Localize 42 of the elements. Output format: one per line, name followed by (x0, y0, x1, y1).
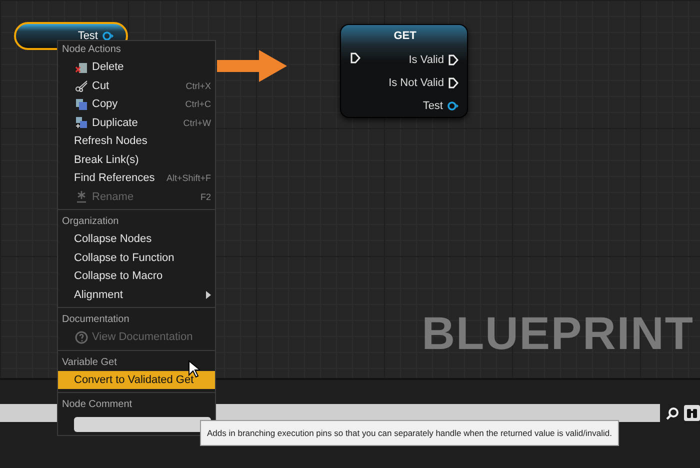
node-title: GET (392, 30, 418, 44)
pin-label: Is Valid (408, 54, 444, 66)
pin-label: Is Not Valid (388, 76, 444, 88)
menu-item[interactable]: Collapse to Function (58, 248, 215, 267)
menu-item[interactable]: Cut Ctrl+X (58, 76, 215, 95)
get-node[interactable]: GET Is Valid Is Not Valid Test (340, 24, 468, 118)
blueprint-watermark: BLUEPRINT (422, 310, 694, 356)
arrow-drawing (217, 50, 287, 82)
shortcut-label: Ctrl+W (183, 118, 211, 128)
scissors-icon (74, 79, 88, 92)
exec-pin-icon[interactable] (350, 52, 361, 64)
exec-pin-icon[interactable] (448, 76, 459, 88)
exec-pin-icon[interactable] (448, 54, 459, 66)
menu-item[interactable]: Convert to Validated Get (58, 370, 215, 389)
shortcut-label: F2 (200, 192, 211, 202)
shortcut-label: Ctrl+X (186, 80, 211, 91)
menu-section-header: Documentation (61, 313, 130, 327)
menu-item[interactable]: Break Link(s) (58, 150, 215, 169)
shortcut-label: Alt+Shift+F (166, 173, 211, 184)
menu-item[interactable]: Collapse Nodes (58, 230, 215, 248)
data-pin-icon[interactable] (102, 31, 114, 41)
duplicate-icon (74, 116, 88, 130)
menu-item[interactable]: Copy Ctrl+C (58, 95, 215, 114)
pin-label: Test (422, 100, 443, 112)
node-label: Test (78, 30, 98, 42)
menu-section-header: Variable Get (61, 356, 118, 370)
menu-item[interactable]: Duplicate Ctrl+W (58, 114, 215, 132)
copy-icon (74, 98, 88, 111)
tooltip: Adds in branching execution pins so that you can separately handle when the returned value is valid/invalid. (200, 420, 619, 446)
shortcut-label: Ctrl+C (185, 99, 211, 110)
menu-section-header: Organization (61, 215, 120, 229)
help-icon (74, 330, 88, 344)
trash-icon (74, 60, 88, 74)
menu-item[interactable]: Delete (58, 58, 215, 76)
menu-section-header: Node Comment (61, 398, 134, 412)
menu-item[interactable]: Alignment (58, 286, 215, 304)
menu-item[interactable]: Refresh Nodes (58, 132, 215, 150)
asterisk-icon (74, 190, 88, 204)
data-pin-icon[interactable] (447, 100, 459, 110)
search-icon[interactable] (664, 405, 680, 421)
menu-item[interactable]: Find References Alt+Shift+F (58, 169, 215, 188)
menu-item[interactable]: Collapse to Macro (58, 267, 215, 286)
